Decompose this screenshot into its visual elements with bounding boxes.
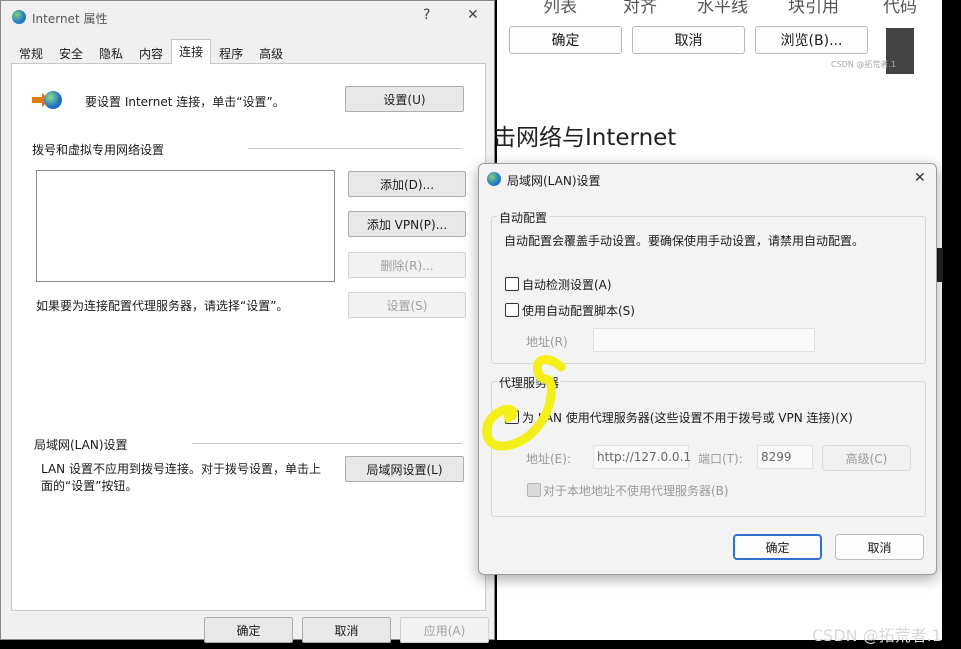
proxy-hint: 如果要为连接配置代理服务器，请选择“设置”。 <box>36 299 289 313</box>
close-icon[interactable]: ✕ <box>914 170 926 186</box>
help-button[interactable]: ? <box>423 7 430 23</box>
separator <box>248 148 462 149</box>
connection-wizard-icon <box>32 90 64 112</box>
auto-config-description: 自动配置会覆盖手动设置。要确保使用手动设置，请禁用自动配置。 <box>504 234 865 248</box>
tab-strip: 常规 安全 隐私 内容 连接 程序 高级 <box>11 39 291 64</box>
toolbar-label: 块引用 <box>788 0 839 17</box>
setup-button[interactable]: 设置(U) <box>345 86 464 112</box>
settings-button[interactable]: 设置(S) <box>348 292 466 318</box>
connections-panel: 要设置 Internet 连接，单击“设置”。 设置(U) 拨号和虚拟专用网络设… <box>11 63 486 611</box>
auto-config-title: 自动配置 <box>497 209 550 226</box>
apply-button[interactable]: 应用(A) <box>400 617 489 643</box>
lan-heading: 局域网(LAN)设置 <box>34 438 128 452</box>
script-address-field[interactable] <box>593 328 815 352</box>
proxy-address-field[interactable]: http://127.0.0.1 <box>593 445 691 469</box>
use-script-label[interactable]: 使用自动配置脚本(S) <box>522 302 635 319</box>
tab-general[interactable]: 常规 <box>11 41 51 64</box>
dialog-title: 局域网(LAN)设置 <box>507 174 601 188</box>
toolbar-label: 对齐 <box>623 0 657 17</box>
add-button[interactable]: 添加(D)... <box>348 171 466 197</box>
internet-properties-window: Internet 属性 ? ✕ 常规 安全 隐私 内容 连接 程序 高级 要设置… <box>0 0 495 643</box>
lan-settings-button[interactable]: 局域网设置(L) <box>345 456 464 482</box>
tab-privacy[interactable]: 隐私 <box>91 41 131 64</box>
tab-connections[interactable]: 连接 <box>171 39 212 64</box>
bg-cancel-button[interactable]: 取消 <box>632 26 745 54</box>
bg-browse-button[interactable]: 浏览(B)... <box>755 26 868 54</box>
internet-globe-icon <box>487 172 501 186</box>
advanced-button[interactable]: 高级(C) <box>822 445 911 471</box>
internet-globe-icon <box>12 10 26 24</box>
bypass-local-checkbox[interactable] <box>527 483 541 497</box>
script-address-label: 地址(R) <box>526 335 568 349</box>
bg-small-watermark: CSDN @拓荒者.1 <box>831 60 896 69</box>
bg-ok-button[interactable]: 确定 <box>509 26 622 54</box>
tab-advanced[interactable]: 高级 <box>251 41 291 64</box>
dialup-heading: 拨号和虚拟专用网络设置 <box>32 143 165 157</box>
lan-cancel-button[interactable]: 取消 <box>835 534 924 560</box>
ok-button[interactable]: 确定 <box>204 617 293 643</box>
cancel-button[interactable]: 取消 <box>302 617 391 643</box>
proxy-port-field[interactable]: 8299 <box>757 445 813 469</box>
lan-ok-button[interactable]: 确定 <box>733 534 822 560</box>
proxy-port-label: 端口(T): <box>698 452 743 466</box>
close-icon[interactable]: ✕ <box>467 7 479 23</box>
scroll-marker <box>937 248 943 282</box>
toolbar-label: 代码 <box>883 0 917 17</box>
lan-description: LAN 设置不应用到拨号连接。对于拨号设置，单击上面的“设置”按钮。 <box>41 462 321 493</box>
watermark: CSDN @拓荒者.1 <box>812 626 942 645</box>
connections-list[interactable] <box>36 170 335 282</box>
bypass-local-label[interactable]: 对于本地地址不使用代理服务器(B) <box>543 482 729 499</box>
tab-content[interactable]: 内容 <box>131 41 171 64</box>
use-script-checkbox[interactable] <box>505 303 519 317</box>
title-bar: Internet 属性 ? ✕ <box>1 1 494 33</box>
toolbar-label: 水平线 <box>697 0 748 17</box>
separator <box>192 443 462 444</box>
highlight-annotation <box>482 355 566 451</box>
setup-instruction: 要设置 Internet 连接，单击“设置”。 <box>85 95 285 109</box>
add-vpn-button[interactable]: 添加 VPN(P)... <box>348 211 466 237</box>
bg-heading: 击网络与Internet <box>493 125 677 151</box>
tab-security[interactable]: 安全 <box>51 41 91 64</box>
tab-programs[interactable]: 程序 <box>211 41 251 64</box>
auto-detect-label[interactable]: 自动检测设置(A) <box>522 276 612 293</box>
toolbar-label: 列表 <box>543 0 577 17</box>
remove-button[interactable]: 删除(R)... <box>348 252 466 278</box>
window-title: Internet 属性 <box>32 12 108 26</box>
auto-detect-checkbox[interactable] <box>505 277 519 291</box>
